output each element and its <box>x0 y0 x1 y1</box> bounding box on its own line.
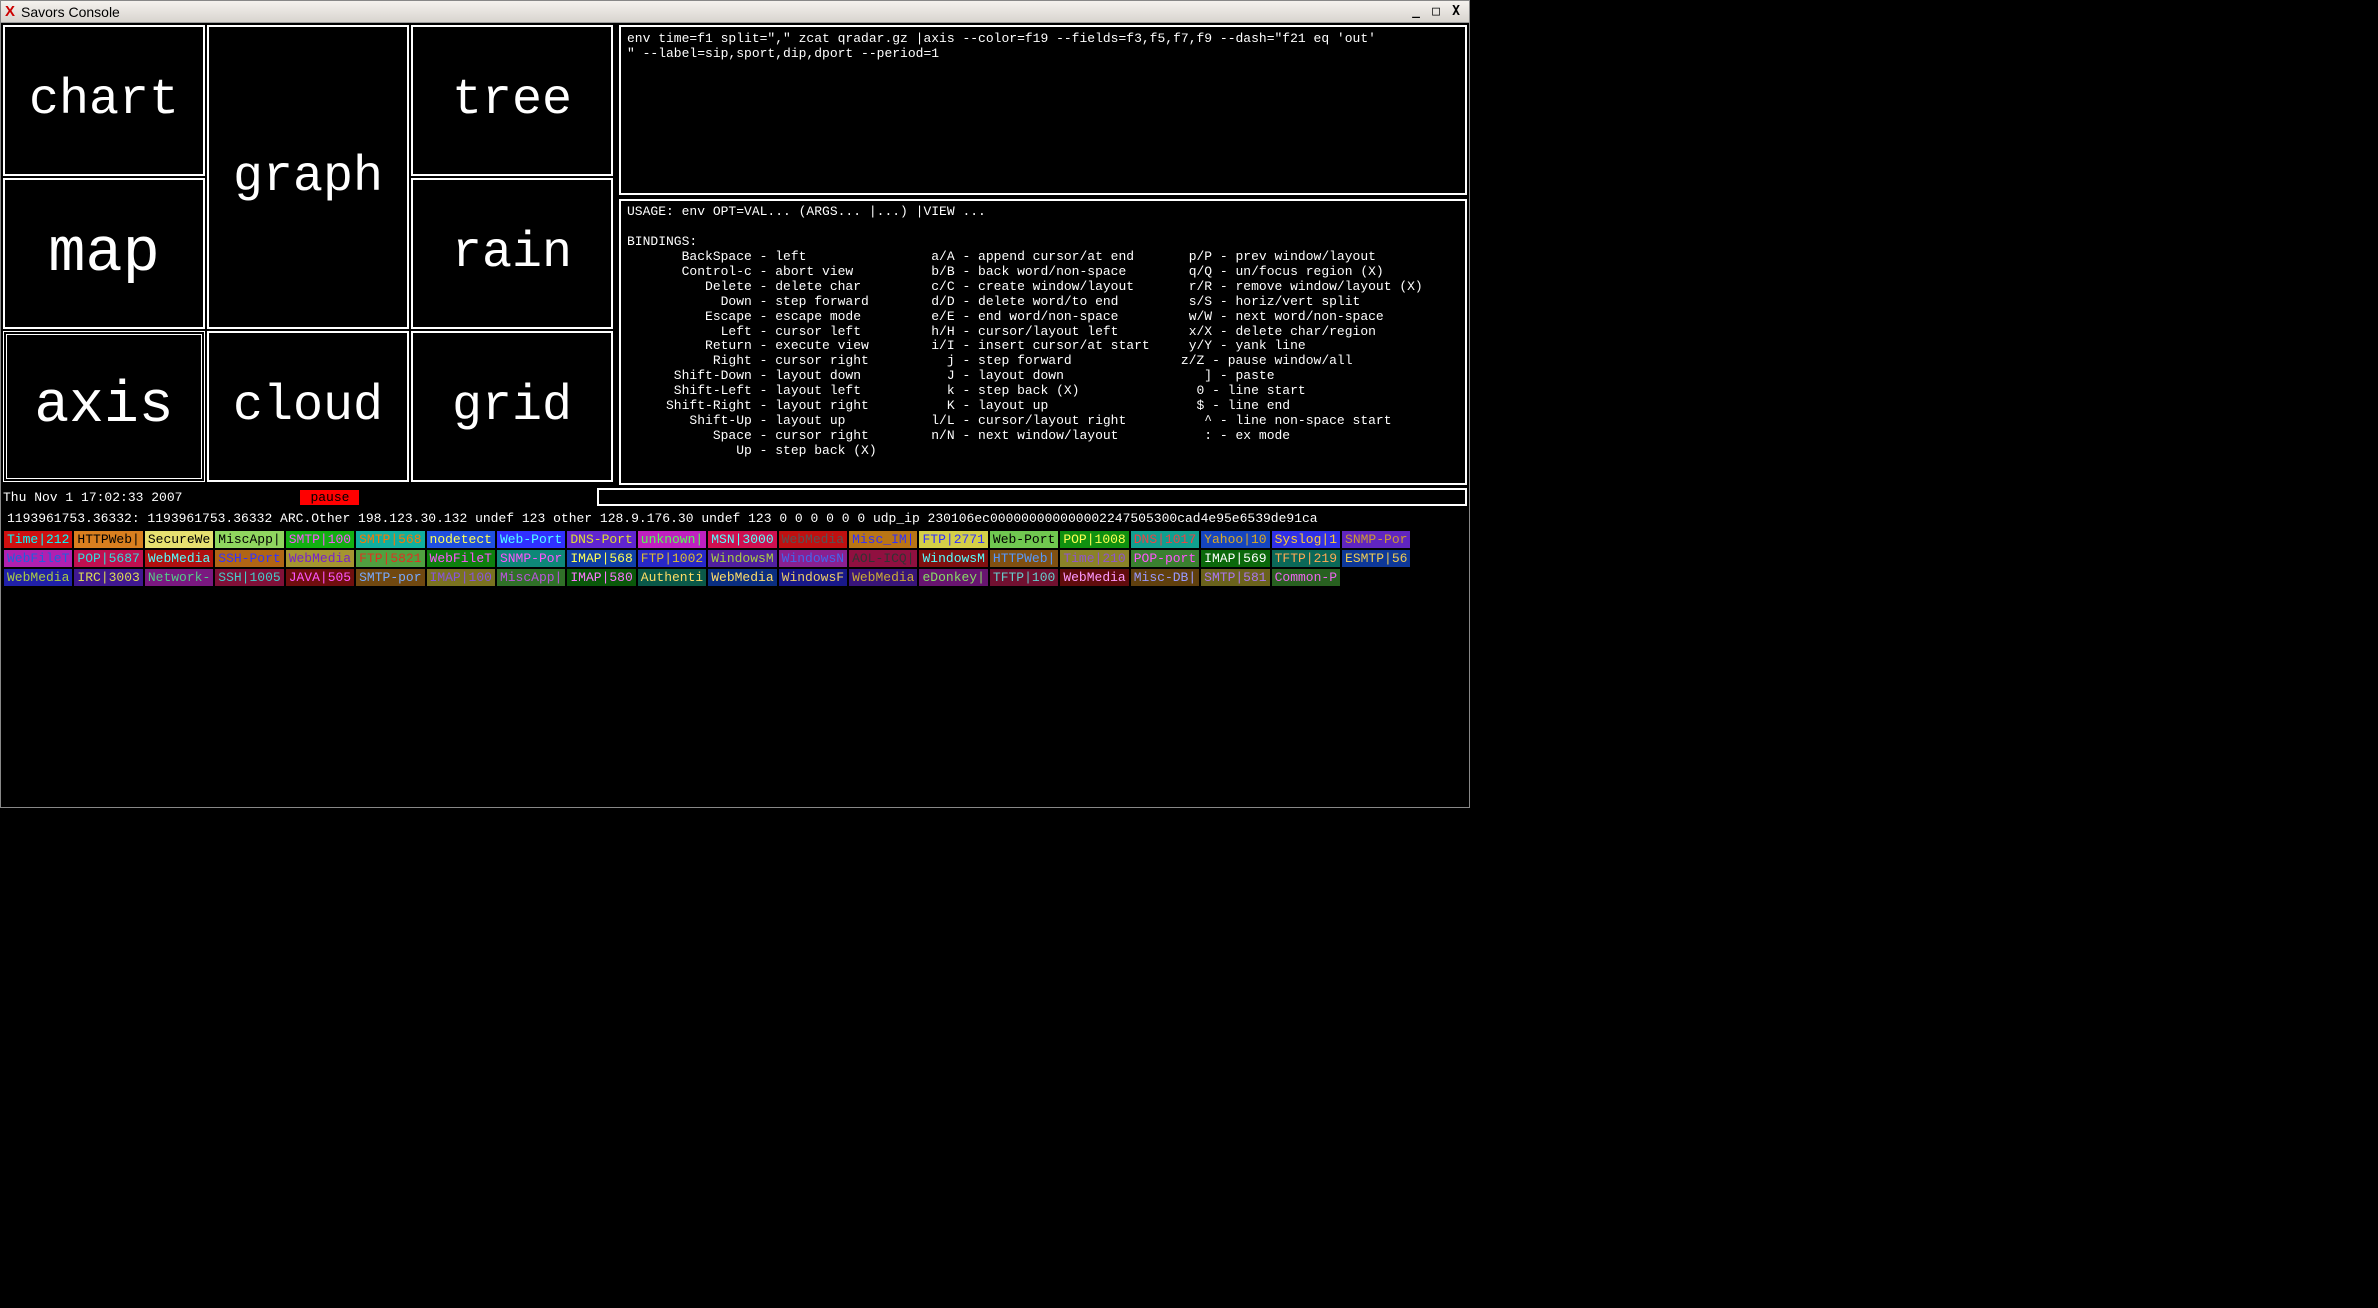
chip[interactable]: Syslog|1 <box>1271 530 1341 549</box>
titlebar[interactable]: X Savors Console _ □ X <box>1 1 1469 23</box>
chip[interactable]: Common-P <box>1271 568 1341 587</box>
app-icon: X <box>5 3 15 20</box>
chip-strip: Time|212HTTPWeb|SecureWeMiscApp|SMTP|100… <box>3 530 1467 587</box>
chip[interactable]: WebMedia <box>3 568 73 587</box>
chip[interactable]: Network- <box>144 568 214 587</box>
chip[interactable]: ESMTP|56 <box>1341 549 1411 568</box>
chip[interactable]: POP-port <box>1130 549 1200 568</box>
status-bar: Thu Nov 1 17:02:33 2007 pause <box>3 487 1467 507</box>
minimize-button[interactable]: _ <box>1407 4 1425 20</box>
chip[interactable]: Web-Port <box>989 530 1059 549</box>
chip[interactable]: IMAP|568 <box>566 549 636 568</box>
chip[interactable]: AOL-ICQ| <box>848 549 918 568</box>
chip[interactable]: SNMP-Por <box>1341 530 1411 549</box>
chip[interactable]: MiscApp| <box>214 530 284 549</box>
tile-rain[interactable]: rain <box>411 178 613 329</box>
close-button[interactable]: X <box>1447 4 1465 20</box>
chip[interactable]: HTTPWeb| <box>73 530 143 549</box>
maximize-button[interactable]: □ <box>1427 4 1445 20</box>
chip[interactable]: WebFileT <box>3 549 73 568</box>
tile-graph[interactable]: graph <box>207 25 409 329</box>
chip[interactable]: FTP|2771 <box>918 530 988 549</box>
content-area: chart graph tree map rain axis cloud gri… <box>1 23 1469 807</box>
chip[interactable]: TFTP|219 <box>1271 549 1341 568</box>
chip[interactable]: DNS|1017 <box>1130 530 1200 549</box>
chip[interactable]: FTP|1002 <box>637 549 707 568</box>
chip[interactable]: IMAP|580 <box>566 568 636 587</box>
help-box: USAGE: env OPT=VAL... (ARGS... |...) |VI… <box>619 199 1467 485</box>
tile-cloud[interactable]: cloud <box>207 331 409 482</box>
chip[interactable]: WebMedia <box>285 549 355 568</box>
chip[interactable]: SNMP-Por <box>496 549 566 568</box>
chip[interactable]: JAVA|505 <box>285 568 355 587</box>
log-line: 1193961753.36332: 1193961753.36332 ARC.O… <box>3 509 1467 528</box>
status-right-box <box>597 488 1467 506</box>
status-timestamp: Thu Nov 1 17:02:33 2007 <box>3 490 182 505</box>
chip[interactable]: Authenti <box>637 568 707 587</box>
chip[interactable]: MiscApp| <box>496 568 566 587</box>
chip[interactable]: POP|1008 <box>1059 530 1129 549</box>
chip[interactable]: WebMedia <box>778 530 848 549</box>
chip[interactable]: TFTP|100 <box>989 568 1059 587</box>
chip[interactable]: WindowsM <box>707 549 777 568</box>
chip[interactable]: SMTP|100 <box>285 530 355 549</box>
chip[interactable]: SSH-Port <box>214 549 284 568</box>
chip[interactable]: unknown| <box>637 530 707 549</box>
chip[interactable]: WindowsM <box>918 549 988 568</box>
chip[interactable]: FTP|5821 <box>355 549 425 568</box>
chip[interactable]: IMAP|100 <box>426 568 496 587</box>
chip[interactable]: WebMedia <box>144 549 214 568</box>
chip[interactable]: IRC|3003 <box>73 568 143 587</box>
chip[interactable]: Misc_IM| <box>848 530 918 549</box>
command-box[interactable]: env time=f1 split="," zcat qradar.gz |ax… <box>619 25 1467 195</box>
chip[interactable]: SecureWe <box>144 530 214 549</box>
lower-empty <box>3 589 1467 805</box>
pause-button[interactable]: pause <box>300 490 359 505</box>
chip[interactable]: SMTP-por <box>355 568 425 587</box>
chip[interactable]: SMTP|581 <box>1200 568 1270 587</box>
right-panel: env time=f1 split="," zcat qradar.gz |ax… <box>619 25 1467 485</box>
chip[interactable]: eDonkey| <box>918 568 988 587</box>
chip[interactable]: WebMedia <box>707 568 777 587</box>
chip[interactable]: IMAP|569 <box>1200 549 1270 568</box>
tile-grid[interactable]: grid <box>411 331 613 482</box>
chip[interactable]: Time|210 <box>1059 549 1129 568</box>
chip[interactable]: WebMedia <box>848 568 918 587</box>
chip[interactable]: WebMedia <box>1059 568 1129 587</box>
tile-tree[interactable]: tree <box>411 25 613 176</box>
chip[interactable]: POP|5687 <box>73 549 143 568</box>
chip[interactable]: WindowsF <box>778 568 848 587</box>
window-title: Savors Console <box>21 4 120 20</box>
tile-axis[interactable]: axis <box>3 331 205 482</box>
chip[interactable]: Time|212 <box>3 530 73 549</box>
chip[interactable]: WebFileT <box>426 549 496 568</box>
chip[interactable]: Yahoo|10 <box>1200 530 1270 549</box>
chip[interactable]: DNS-Port <box>566 530 636 549</box>
app-window: X Savors Console _ □ X chart graph tree … <box>0 0 1470 808</box>
chip[interactable]: SSH|1005 <box>214 568 284 587</box>
upper-row: chart graph tree map rain axis cloud gri… <box>3 25 1467 485</box>
chip[interactable]: Misc-DB| <box>1130 568 1200 587</box>
chip[interactable]: nodetect <box>426 530 496 549</box>
tile-map[interactable]: map <box>3 178 205 329</box>
view-tiles: chart graph tree map rain axis cloud gri… <box>3 25 615 485</box>
chip[interactable]: Web-Port <box>496 530 566 549</box>
chip[interactable]: WindowsN <box>778 549 848 568</box>
chip[interactable]: MSN|3000 <box>707 530 777 549</box>
tile-chart[interactable]: chart <box>3 25 205 176</box>
chip[interactable]: HTTPWeb| <box>989 549 1059 568</box>
chip[interactable]: SMTP|568 <box>355 530 425 549</box>
